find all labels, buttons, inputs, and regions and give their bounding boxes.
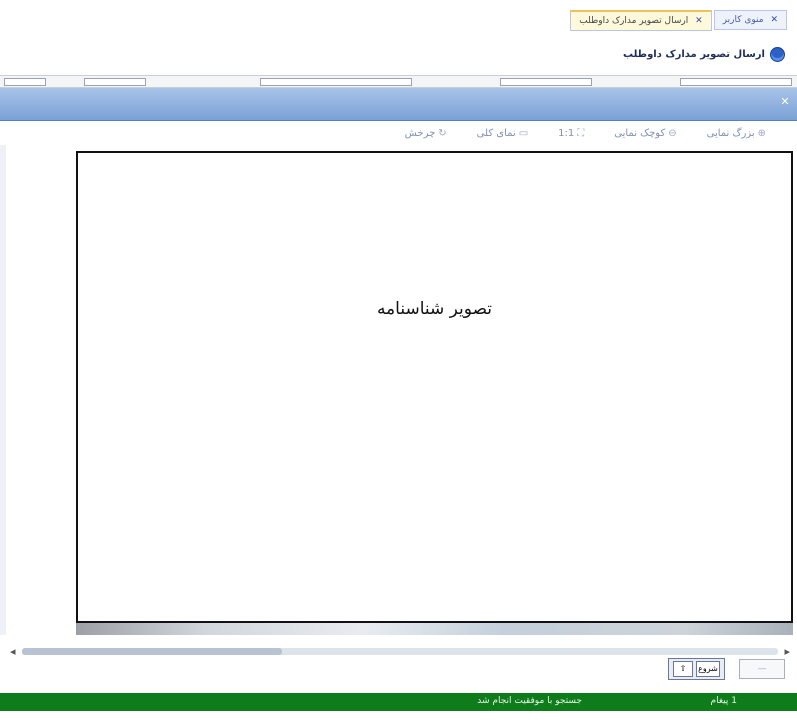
close-tab-icon[interactable]: ✕ bbox=[770, 15, 778, 25]
start-label: شروع bbox=[696, 661, 720, 677]
image-caption: تصویر شناسنامه bbox=[376, 299, 493, 319]
tab-user-menu[interactable]: ✕ منوی کاربر bbox=[713, 10, 787, 30]
viewer-toolbar: ⊕بزرگ نمایی ⊖کوچک نمایی ⛶1:1 ▭نمای کلی ↻… bbox=[390, 123, 781, 145]
zoom-in-icon: ⊕ bbox=[757, 128, 766, 139]
form-icon bbox=[770, 47, 785, 62]
start-button[interactable]: ⇧ شروع bbox=[668, 658, 725, 680]
tab-upload-documents[interactable]: ✕ ارسال تصویر مدارک داوطلب bbox=[570, 10, 712, 31]
zoom-out-button[interactable]: ⊖کوچک نمایی bbox=[599, 123, 691, 145]
zoom-out-label: کوچک نمایی bbox=[614, 128, 666, 139]
filter-field[interactable] bbox=[260, 78, 412, 86]
message-count: 1 پیغام bbox=[710, 696, 737, 706]
actual-size-button[interactable]: ⛶1:1 bbox=[543, 123, 599, 145]
tab-label: ارسال تصویر مدارک داوطلب bbox=[579, 16, 689, 26]
page-title: ارسال تصویر مدارک داوطلب bbox=[622, 49, 765, 60]
viewer-left-gutter bbox=[0, 145, 6, 635]
page-input[interactable]: — bbox=[739, 659, 785, 679]
rotate-button[interactable]: ↻چرخش bbox=[390, 123, 462, 145]
close-tab-icon[interactable]: ✕ bbox=[695, 16, 703, 26]
status-message: جستجو با موفقیت انجام شد bbox=[477, 696, 582, 706]
filter-field[interactable] bbox=[500, 78, 592, 86]
scroll-left-icon[interactable]: ◂ bbox=[10, 645, 16, 658]
dialog-header: ✕ bbox=[0, 88, 797, 121]
fit-view-button[interactable]: ▭نمای کلی bbox=[462, 123, 543, 145]
zoom-in-button[interactable]: ⊕بزرگ نمایی bbox=[692, 123, 781, 145]
tab-strip: ✕ منوی کاربر ✕ ارسال تصویر مدارک داوطلب bbox=[570, 10, 787, 31]
fit-view-icon: ▭ bbox=[518, 128, 529, 139]
rotate-icon: ↻ bbox=[438, 128, 447, 139]
tab-label: منوی کاربر bbox=[722, 15, 764, 25]
actual-size-icon: ⛶ bbox=[577, 128, 585, 139]
fit-view-label: نمای کلی bbox=[476, 128, 516, 139]
filter-bar bbox=[0, 75, 797, 88]
horizontal-scrollbar[interactable]: ◂ ▸ bbox=[10, 645, 790, 658]
scroll-right-icon[interactable]: ▸ bbox=[784, 645, 790, 658]
start-icon: ⇧ bbox=[673, 661, 693, 677]
filter-field[interactable] bbox=[4, 78, 46, 86]
zoom-out-icon: ⊖ bbox=[668, 128, 677, 139]
image-viewer[interactable]: تصویر شناسنامه bbox=[76, 151, 793, 623]
actual-size-label: 1:1 bbox=[558, 128, 575, 139]
status-bar: 1 پیغام جستجو با موفقیت انجام شد bbox=[0, 693, 797, 711]
page-header: ارسال تصویر مدارک داوطلب bbox=[623, 47, 785, 62]
image-thumbnail-strip bbox=[76, 623, 793, 635]
close-dialog-icon[interactable]: ✕ bbox=[779, 96, 791, 108]
pager: — ⇧ شروع bbox=[668, 658, 785, 680]
rotate-label: چرخش bbox=[404, 128, 436, 139]
filter-field[interactable] bbox=[84, 78, 146, 86]
scroll-thumb[interactable] bbox=[22, 648, 282, 655]
zoom-in-label: بزرگ نمایی bbox=[706, 128, 755, 139]
filter-field[interactable] bbox=[680, 78, 792, 86]
